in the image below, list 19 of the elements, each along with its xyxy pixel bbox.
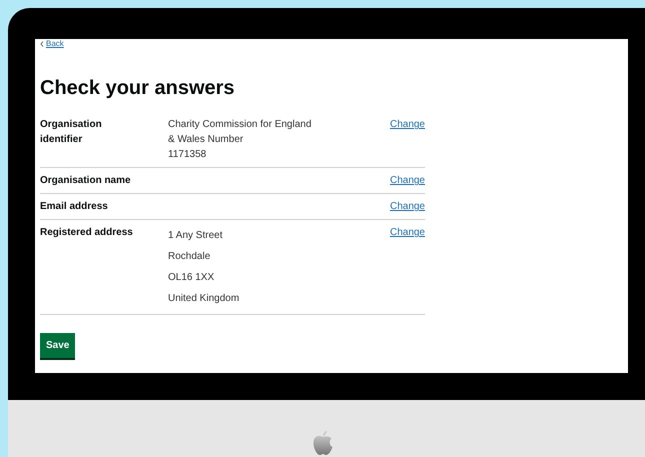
row-label: Organisation name xyxy=(40,174,132,188)
save-button[interactable]: Save xyxy=(40,333,76,358)
change-link[interactable]: Change xyxy=(390,173,425,188)
row-value: United Kingdom xyxy=(168,292,240,306)
change-link[interactable]: Change xyxy=(390,117,425,132)
change-link[interactable]: Change xyxy=(390,225,425,240)
chevron-left-icon xyxy=(40,41,44,47)
change-link[interactable]: Change xyxy=(390,199,425,214)
row-label: Organisation identifier xyxy=(40,118,103,147)
apple-logo-icon xyxy=(312,430,334,456)
row-value: Rochdale xyxy=(168,250,212,264)
row-label: Registered address xyxy=(40,226,134,240)
row-value: 1171358 xyxy=(168,148,208,162)
back-link[interactable]: Back xyxy=(40,40,64,48)
row-value: Charity Commission for England & Wales Number xyxy=(168,118,312,147)
row-value: OL16 1XX xyxy=(168,271,216,285)
row-label: Email address xyxy=(40,200,109,214)
row-value: 1 Any Street xyxy=(168,229,224,243)
page-heading: Check your answers xyxy=(40,76,236,100)
